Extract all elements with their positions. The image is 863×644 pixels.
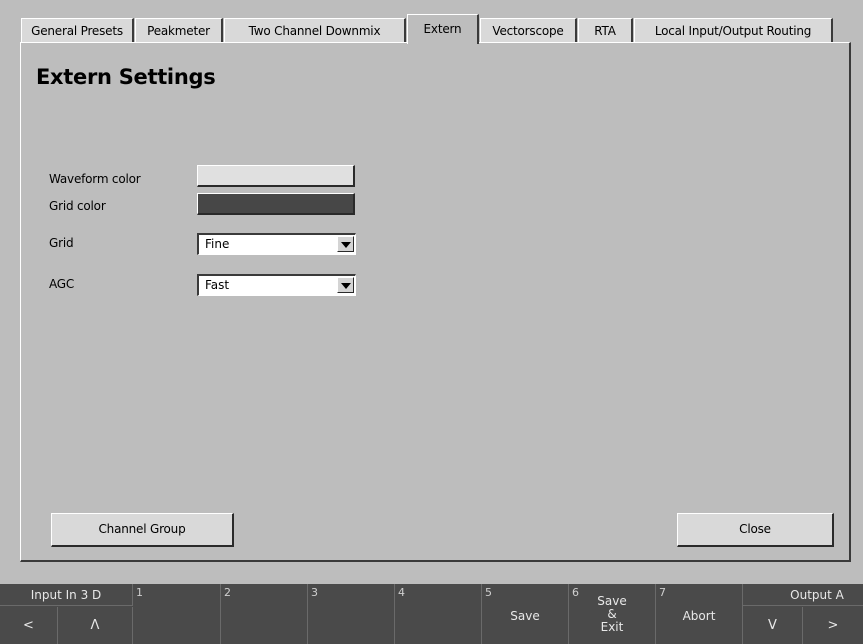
waveform-color-swatch[interactable]: [197, 165, 355, 187]
softkey-3[interactable]: 3: [308, 584, 395, 644]
save-exit-label-line2: &: [607, 607, 617, 621]
settings-panel: Extern Settings Waveform color Grid colo…: [20, 42, 851, 562]
output-down-button[interactable]: V: [743, 607, 803, 644]
chevron-down-icon[interactable]: [337, 236, 354, 252]
channel-group-button[interactable]: Channel Group: [51, 513, 234, 547]
save-exit-label-line3: Exit: [600, 620, 624, 634]
grid-color-label: Grid color: [49, 199, 106, 213]
grid-select-value: Fine: [205, 237, 230, 251]
output-selector-title: Output A: [743, 584, 863, 606]
softkey-number: 5: [485, 586, 492, 599]
softkey-number: 3: [311, 586, 318, 599]
softkey-save[interactable]: 5 Save: [482, 584, 569, 644]
tab-general-presets[interactable]: General Presets: [21, 18, 134, 43]
softkey-1[interactable]: 1: [133, 584, 221, 644]
agc-select-value: Fast: [205, 278, 230, 292]
tab-peakmeter[interactable]: Peakmeter: [135, 18, 223, 43]
softkey-2[interactable]: 2: [221, 584, 308, 644]
agc-select[interactable]: Fast: [197, 274, 356, 296]
tab-bar: General Presets Peakmeter Two Channel Do…: [21, 14, 851, 44]
softkey-4[interactable]: 4: [395, 584, 482, 644]
softkey-bar: Input In 3 D < Λ 1 2 3 4 5 Save 6 Save &…: [0, 584, 863, 644]
softkey-abort[interactable]: 7 Abort: [656, 584, 743, 644]
softkey-number: 2: [224, 586, 231, 599]
tab-local-io-routing[interactable]: Local Input/Output Routing: [634, 18, 833, 43]
softkey-number: 4: [398, 586, 405, 599]
chevron-down-icon[interactable]: [337, 277, 354, 293]
save-exit-label-line1: Save: [597, 594, 627, 608]
save-label: Save: [510, 609, 540, 623]
input-prev-button[interactable]: <: [0, 607, 58, 644]
input-selector-title: Input In 3 D: [0, 584, 133, 606]
abort-label: Abort: [682, 609, 716, 623]
close-button[interactable]: Close: [677, 513, 834, 547]
grid-color-swatch[interactable]: [197, 193, 355, 215]
tab-vectorscope[interactable]: Vectorscope: [480, 18, 577, 43]
tab-extern[interactable]: Extern: [407, 14, 479, 44]
grid-label: Grid: [49, 236, 74, 250]
page-title: Extern Settings: [36, 65, 216, 89]
softkey-save-exit[interactable]: 6 Save & Exit: [569, 584, 656, 644]
tab-two-channel-downmix[interactable]: Two Channel Downmix: [224, 18, 406, 43]
waveform-color-label: Waveform color: [49, 172, 141, 186]
output-next-button[interactable]: >: [803, 607, 863, 644]
tab-rta[interactable]: RTA: [578, 18, 633, 43]
softkey-number: 7: [659, 586, 666, 599]
device-screen: General Presets Peakmeter Two Channel Do…: [0, 0, 863, 644]
softkey-number: 1: [136, 586, 143, 599]
grid-select[interactable]: Fine: [197, 233, 356, 255]
agc-label: AGC: [49, 277, 75, 291]
input-up-button[interactable]: Λ: [58, 607, 133, 644]
